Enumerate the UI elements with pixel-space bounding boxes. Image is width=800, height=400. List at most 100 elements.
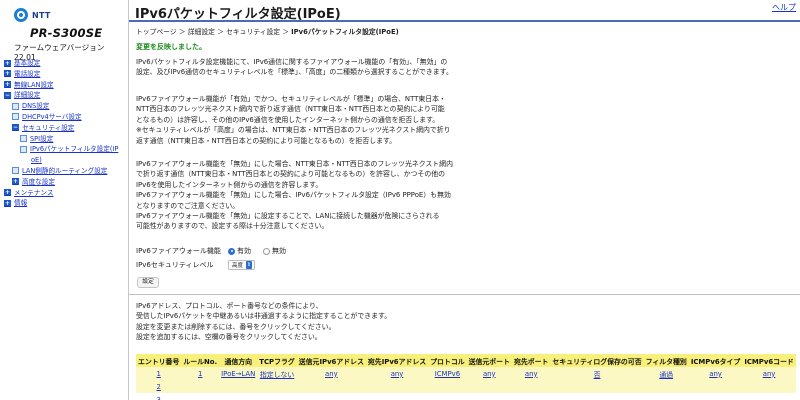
firewall-enabled-radio[interactable]: [228, 247, 235, 255]
text-line: IPv6ファイアウォール機能が「有効」でかつ、セキュリティレベルが「標準」の場合…: [136, 95, 446, 103]
tcp-flag-link[interactable]: 指定しない: [260, 371, 294, 379]
chevron-updown-icon[interactable]: ⇕: [246, 261, 253, 269]
table-row: 3: [136, 393, 796, 400]
plus-box-icon[interactable]: +: [12, 178, 19, 186]
protocol-link[interactable]: ICMPv6: [435, 370, 460, 378]
breadcrumb-current: IPv6パケットフィルタ設定(IPoE): [291, 28, 399, 36]
sidebar-item-maintenance[interactable]: + メンテナンス: [4, 188, 128, 199]
sidebar-item-label[interactable]: DHCPv4サーバ設定: [22, 112, 82, 122]
table-cell: 1: [136, 367, 182, 380]
help-link[interactable]: ヘルプ: [772, 2, 796, 13]
table-cell: [181, 393, 796, 400]
sidebar-item-label[interactable]: セキュリティ設定: [22, 123, 74, 133]
plus-box-icon[interactable]: +: [4, 81, 11, 89]
sidebar-item-security[interactable]: − セキュリティ設定: [4, 123, 128, 134]
sidebar-item-label[interactable]: oE): [31, 155, 42, 165]
text-line: 可能性がありますので、設定する際は十分注意してください。: [136, 222, 329, 231]
minus-box-icon[interactable]: −: [4, 91, 11, 99]
firewall-disabled-label[interactable]: 無効: [272, 246, 286, 256]
table-row: 2: [136, 380, 796, 393]
sidebar-item-label[interactable]: 詳細設定: [14, 90, 40, 100]
description-disabled: IPv6ファイアウォール機能を「無効」にした場合、NTT東日本・NTT西日本のフ…: [136, 159, 453, 232]
main-content: IPv6パケットフィルタ設定(IPoE) ヘルプ トップページ ＞ 詳細設定 ＞…: [128, 0, 800, 400]
text-line: 設定を変更または削除するには、番号をクリックしてください。: [136, 322, 336, 331]
sidebar-item-label[interactable]: LAN側静的ルーティング設定: [22, 166, 107, 176]
dst-addr-link[interactable]: any: [391, 370, 404, 378]
description-intro: IPv6パケットフィルタ設定機能にて、IPv6通信に関するファイアウォール機能の…: [136, 57, 453, 78]
firewall-label: IPv6ファイアウォール機能: [136, 247, 221, 255]
sidebar-item-lan-routing[interactable]: LAN側静的ルーティング設定: [4, 166, 128, 177]
plus-box-icon[interactable]: +: [4, 70, 11, 78]
sidebar-item-wlan[interactable]: + 無線LAN設定: [4, 80, 128, 91]
text-line: となるもの）は許容し、その他のIPv6通信を使用したインターネット側からの通信を…: [136, 115, 440, 124]
icmpv6-type-link[interactable]: any: [709, 370, 722, 378]
sidebar-nav: + 基本設定 + 電話設定 + 無線LAN設定 − 詳細設定 DNS設定 DHCPv4サ…: [4, 58, 128, 209]
sidebar-item-dhcpv4[interactable]: DHCPv4サーバ設定: [4, 112, 128, 123]
security-level-row: IPv6セキュリティレベル 高度 ⇕: [136, 260, 256, 270]
text-line: NTT西日本のフレッツ光ネクスト網内で折り返す通信（NTT東日本・NTT西日本と…: [136, 105, 445, 114]
sidebar-item-phone[interactable]: + 電話設定: [4, 69, 128, 80]
page-icon: [12, 167, 19, 175]
security-level-select[interactable]: 高度 ⇕: [228, 260, 256, 270]
text-line: IPv6ファイアウォール機能を「無効」に設定することで、LANに接続した機器が危…: [136, 212, 440, 221]
sidebar-item-ipv6-filter-cont[interactable]: oE): [4, 155, 128, 166]
sidebar-item-info[interactable]: + 情報: [4, 198, 128, 209]
sidebar-item-label[interactable]: SPI設定: [30, 134, 53, 144]
plus-box-icon[interactable]: +: [4, 199, 11, 207]
set-button[interactable]: 設定: [137, 277, 159, 288]
dst-port-link[interactable]: any: [525, 370, 538, 378]
sidebar-item-label[interactable]: メンテナンス: [14, 188, 53, 198]
sidebar-item-label[interactable]: DNS設定: [22, 101, 49, 111]
sidebar-item-ipv6-filter[interactable]: IPv6パケットフィルタ設定(IP: [4, 144, 128, 155]
text-line: 受信したIPv6パケットを中継あるいは非通過するように指定することができます。: [136, 312, 392, 321]
table-cell: 2: [136, 380, 182, 393]
text-line: で折り返す通信（NTT東日本・NTT西日本との契約により可能となるもの）を許容し…: [136, 170, 446, 179]
sidebar-item-spi[interactable]: SPI設定: [4, 134, 128, 145]
table-cell: any: [742, 367, 796, 380]
plus-box-icon[interactable]: +: [4, 59, 11, 67]
ntt-mark-icon: [14, 8, 28, 22]
src-port-link[interactable]: any: [483, 370, 496, 378]
text-line: IPv6ファイアウォール機能を「無効」にした場合、IPv6パケットフィルタ設定（…: [136, 191, 451, 200]
firewall-disabled-radio[interactable]: [263, 247, 270, 255]
icmpv6-code-link[interactable]: any: [763, 370, 776, 378]
entry-link[interactable]: 1: [156, 370, 160, 378]
col-protocol: プロトコル: [428, 354, 467, 367]
description-enabled: IPv6ファイアウォール機能が「有効」でかつ、セキュリティレベルが「標準」の場合…: [136, 94, 451, 146]
sidebar-item-label[interactable]: 電話設定: [14, 69, 40, 79]
sidebar-item-basic[interactable]: + 基本設定: [4, 58, 128, 69]
minus-box-icon[interactable]: −: [12, 124, 19, 132]
sidebar-item-label[interactable]: IPv6パケットフィルタ設定(IP: [30, 144, 118, 154]
direction-link[interactable]: IPoE→LAN: [221, 370, 255, 378]
title-bar: IPv6パケットフィルタ設定(IPoE): [129, 0, 800, 22]
page-icon: [20, 145, 27, 153]
text-line: IPv6を使用したインターネット側からの通信を許容します。: [136, 180, 323, 189]
col-src-addr: 送信元IPv6アドレス: [296, 354, 366, 367]
col-icmpv6-code: ICMPv6コード: [742, 354, 796, 367]
text-line: 返す通信（NTT東日本・NTT西日本との契約により可能となるもの）を拒否します。: [136, 136, 397, 145]
log-link[interactable]: 否: [594, 371, 601, 379]
rule-link[interactable]: 1: [198, 370, 202, 378]
table-cell: 通過: [643, 367, 689, 380]
sidebar-item-label[interactable]: 高度な設定: [22, 177, 55, 187]
col-dst-addr: 宛先IPv6アドレス: [365, 354, 429, 367]
filter-type-link[interactable]: 通過: [659, 371, 673, 379]
table-cell: ICMPv6: [428, 367, 467, 380]
page-icon: [12, 113, 19, 121]
ntt-logo: NTT PR-S300SE: [14, 8, 124, 42]
entry-link[interactable]: 3: [156, 396, 160, 400]
sidebar-item-expert[interactable]: + 高度な設定: [4, 177, 128, 188]
sidebar-item-label[interactable]: 無線LAN設定: [14, 80, 54, 90]
src-addr-link[interactable]: any: [325, 370, 338, 378]
breadcrumb: トップページ ＞ 詳細設定 ＞ セキュリティ設定 ＞ IPv6パケットフィルタ設…: [136, 26, 399, 36]
table-cell: 3: [136, 393, 182, 400]
security-level-value[interactable]: 高度: [232, 261, 243, 269]
sidebar-item-label[interactable]: 情報: [14, 198, 27, 208]
sidebar-item-label[interactable]: 基本設定: [14, 58, 40, 68]
sidebar-item-advanced[interactable]: − 詳細設定: [4, 90, 128, 101]
entry-link[interactable]: 2: [156, 383, 160, 391]
sidebar-item-dns[interactable]: DNS設定: [4, 101, 128, 112]
firewall-enabled-label[interactable]: 有効: [237, 246, 251, 256]
plus-box-icon[interactable]: +: [4, 189, 11, 197]
table-row: 1 1 IPoE→LAN 指定しない any any ICMPv6 any an…: [136, 367, 796, 380]
